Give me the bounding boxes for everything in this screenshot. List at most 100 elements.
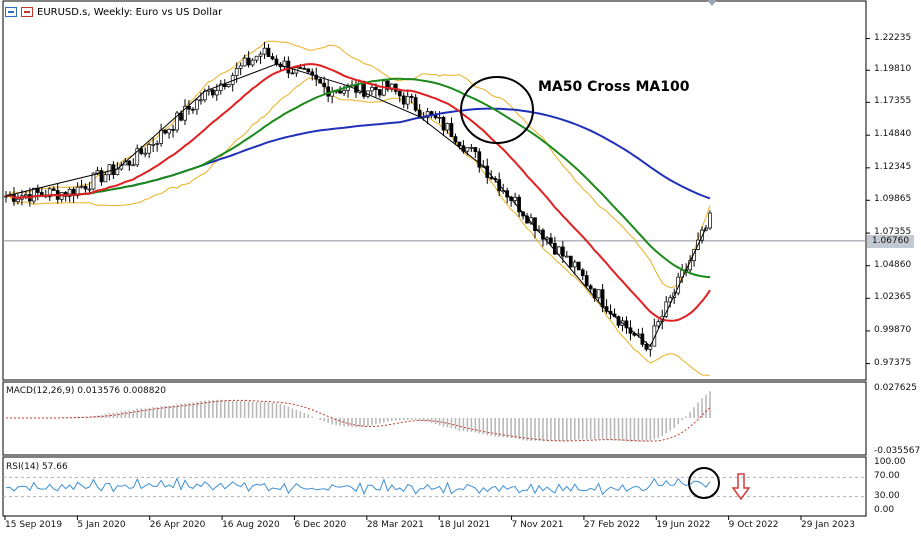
candle-body <box>302 68 307 70</box>
candle-body <box>246 57 251 66</box>
panel-frame-1 <box>2 0 867 381</box>
macd-tick-label: 0.027625 <box>874 383 917 393</box>
rsi-header: RSI(14) 57.66 <box>6 462 68 472</box>
chart-header: EURUSD.s, Weekly: Euro vs US Dollar <box>5 5 222 19</box>
candle-body <box>568 255 573 268</box>
candle-body <box>195 99 199 110</box>
candle-body <box>254 55 259 61</box>
price-tick-label: 1.09865 <box>874 194 912 205</box>
candle-body <box>477 151 482 168</box>
candle-body <box>576 261 581 271</box>
candle-body <box>338 90 342 94</box>
candle-body <box>401 95 406 105</box>
price-tick-label: 1.12345 <box>874 161 912 172</box>
panel-frame-3 <box>2 456 867 517</box>
candle-body <box>409 96 414 98</box>
candle-body <box>79 185 84 188</box>
candle-body <box>397 90 402 97</box>
candle-body <box>155 143 159 145</box>
candle-body <box>441 116 446 131</box>
time-tick-label: 16 Aug 2020 <box>222 520 280 530</box>
candle-body <box>290 72 295 75</box>
rsi-tick-label: 0.00 <box>874 505 895 515</box>
time-tick-label: 9 Oct 2022 <box>728 520 779 530</box>
candle-body <box>322 82 327 88</box>
candle-body <box>564 255 569 258</box>
candle-body <box>326 86 331 97</box>
candle-body <box>449 123 454 137</box>
candle-body <box>214 90 219 96</box>
candle-body <box>16 198 20 202</box>
price-tick-label: 1.19810 <box>874 64 912 75</box>
annotation-label: MA50 Cross MA100 <box>538 79 690 95</box>
candle-body <box>131 164 136 167</box>
candle-body <box>127 160 132 166</box>
candle-body <box>374 86 378 90</box>
candle-body <box>199 99 203 102</box>
candle-body <box>306 68 311 73</box>
candle-body <box>298 67 303 69</box>
candle-body <box>250 59 255 66</box>
time-tick-label: 26 Apr 2020 <box>149 520 206 530</box>
candle-body <box>210 89 215 96</box>
rsi-line <box>5 477 711 496</box>
time-tick-label: 15 Sep 2019 <box>5 520 63 530</box>
candle-body <box>457 141 462 147</box>
price-tick-label: 0.99870 <box>874 324 912 335</box>
macd-header: MACD(12,26,9) 0.013576 0.008820 <box>6 386 166 396</box>
candle-body <box>378 89 382 96</box>
chart-canvas[interactable] <box>0 0 921 537</box>
lower-band-line <box>5 77 711 376</box>
candle-body <box>656 321 661 327</box>
candle-body <box>147 144 152 154</box>
symbol-title: EURUSD.s, Weekly: Euro vs US Dollar <box>37 6 223 18</box>
candle-body <box>708 212 712 229</box>
time-tick-label: 18 Jul 2021 <box>439 520 491 530</box>
time-tick-label: 5 Jan 2020 <box>77 520 126 530</box>
chart-properties-icon[interactable] <box>21 7 33 17</box>
candle-body <box>167 129 171 134</box>
candle-body <box>151 143 156 146</box>
candle-body <box>95 170 100 174</box>
rsi-highlight-circle <box>688 467 720 499</box>
candle-body <box>226 83 231 87</box>
candle-body <box>584 275 589 287</box>
candle-body <box>234 68 239 76</box>
time-tick-label: 7 Nov 2021 <box>511 520 564 530</box>
scroll-marker-icon <box>707 0 717 6</box>
time-tick-label: 29 Jan 2023 <box>801 520 855 530</box>
candle-body <box>87 188 92 191</box>
candle-body <box>600 289 605 307</box>
candle-body <box>242 57 247 67</box>
candle-body <box>572 261 577 268</box>
candle-body <box>453 136 458 143</box>
candle-body <box>266 47 271 57</box>
time-tick-label: 28 Mar 2021 <box>366 520 424 530</box>
candle-body <box>103 174 108 183</box>
candle-body <box>143 152 148 155</box>
ma100-line <box>5 107 711 200</box>
macd-signal-line <box>6 399 711 442</box>
candle-body <box>545 237 549 240</box>
candle-body <box>115 168 120 176</box>
candle-body <box>370 86 374 92</box>
candle-body <box>191 108 195 111</box>
chart-window-icon[interactable] <box>5 7 17 17</box>
rsi-tick-label: 100.00 <box>874 457 906 467</box>
candle-body <box>31 187 36 202</box>
price-tick-label: 1.04860 <box>874 259 912 270</box>
candle-body <box>107 164 112 176</box>
candle-body <box>318 78 323 84</box>
candle-body <box>580 269 585 276</box>
price-tick-label: 1.17355 <box>874 96 912 107</box>
candle-body <box>413 97 418 111</box>
candle-body <box>445 123 450 131</box>
candle-body <box>238 65 243 69</box>
candle-body <box>24 194 28 197</box>
candle-body <box>258 53 263 57</box>
candle-body <box>159 129 163 144</box>
time-tick-label: 27 Feb 2022 <box>583 520 640 530</box>
macd-tick-label: -0.035567 <box>874 446 921 456</box>
time-tick-label: 6 Dec 2020 <box>294 520 347 530</box>
price-tick-label: 1.02365 <box>874 292 912 303</box>
